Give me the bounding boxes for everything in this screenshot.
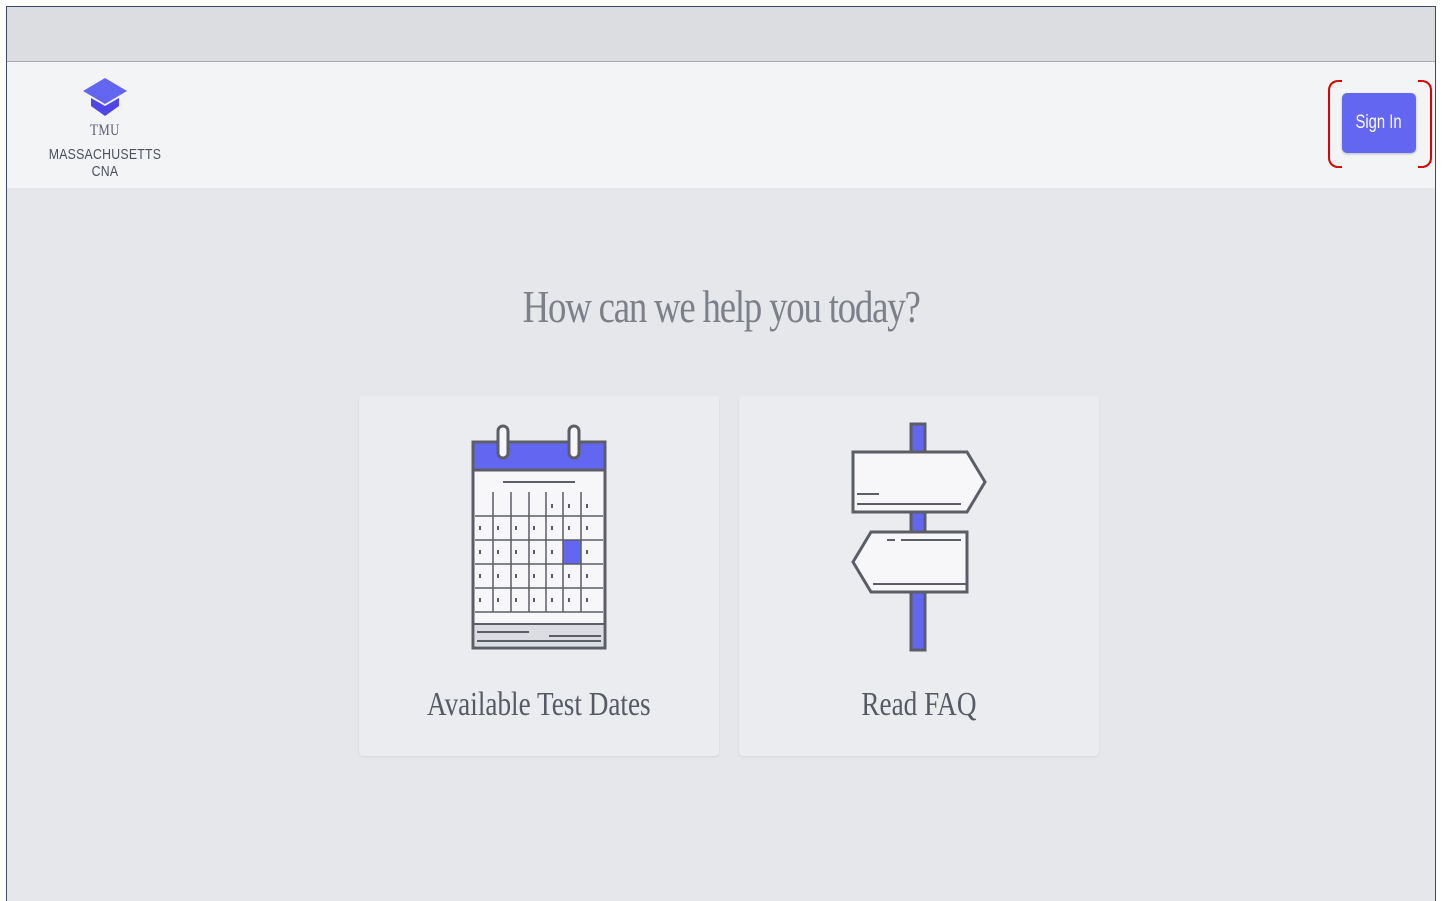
browser-bar — [7, 7, 1435, 62]
signin-highlight: Sign In — [1328, 80, 1432, 170]
graduation-cap-icon — [83, 78, 127, 116]
read-faq-card[interactable]: Read FAQ — [739, 396, 1099, 756]
signpost-icon — [851, 422, 987, 652]
read-faq-label: Read FAQ — [861, 686, 977, 723]
app-window: TMU MASSACHUSETTS CNA Sign In How can we… — [6, 6, 1436, 901]
calendar-icon — [471, 424, 607, 650]
sign-in-button[interactable]: Sign In — [1342, 93, 1416, 153]
logo-subtitle: MASSACHUSETTS CNA — [48, 146, 162, 180]
available-test-dates-label: Available Test Dates — [427, 686, 651, 723]
highlight-bracket-right — [1418, 80, 1432, 168]
sign-in-label: Sign In — [1355, 112, 1403, 133]
highlight-bracket-left — [1328, 80, 1342, 168]
site-logo[interactable]: TMU MASSACHUSETTS CNA — [25, 76, 185, 180]
logo-brand: TMU — [90, 122, 120, 139]
main-content: How can we help you today? Available Tes… — [7, 188, 1435, 901]
available-test-dates-card[interactable]: Available Test Dates — [359, 396, 719, 756]
page-headline: How can we help you today? — [522, 281, 920, 332]
site-header: TMU MASSACHUSETTS CNA Sign In — [7, 62, 1435, 188]
